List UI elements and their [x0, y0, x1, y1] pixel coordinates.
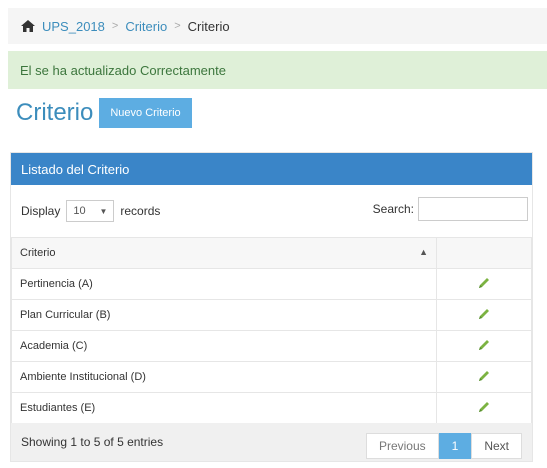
breadcrumb-separator: >	[174, 20, 181, 32]
edit-action-cell	[436, 361, 532, 393]
breadcrumb-current: Criterio	[187, 18, 230, 34]
edit-action-cell	[436, 268, 532, 300]
column-header-label: Criterio	[20, 247, 56, 259]
pencil-icon[interactable]	[477, 338, 491, 352]
home-icon[interactable]	[20, 19, 36, 33]
display-label: Display	[21, 204, 61, 218]
breadcrumb-criterio-link[interactable]: Criterio	[125, 19, 167, 34]
criterio-cell: Estudiantes (E)	[11, 392, 437, 424]
table-row: Estudiantes (E)	[11, 392, 532, 424]
pencil-icon[interactable]	[477, 307, 491, 321]
panel-title: Listado del Criterio	[11, 153, 532, 185]
page-size-value: 10	[73, 205, 86, 217]
criterio-cell: Academia (C)	[11, 330, 437, 362]
table-controls: Display 10 ▼ records Search:	[11, 185, 532, 237]
sort-icon[interactable]: ▲	[419, 247, 428, 257]
table-row: Plan Curricular (B)	[11, 299, 532, 331]
pencil-icon[interactable]	[477, 369, 491, 383]
page-title: Criterio	[16, 99, 94, 126]
edit-action-cell	[436, 392, 532, 424]
breadcrumb-home-link[interactable]: UPS_2018	[42, 19, 105, 34]
criterio-cell: Pertinencia (A)	[11, 268, 437, 300]
breadcrumb: UPS_2018 > Criterio > Criterio	[8, 8, 547, 44]
success-alert: El se ha actualizado Correctamente	[8, 51, 547, 89]
search-input[interactable]	[418, 197, 528, 221]
criterio-cell: Ambiente Institucional (D)	[11, 361, 437, 393]
chevron-down-icon: ▼	[99, 206, 108, 216]
edit-action-cell	[436, 330, 532, 362]
title-row: Criterio Nuevo Criterio	[16, 97, 192, 129]
table-row: Pertinencia (A)	[11, 268, 532, 300]
page-size-control: Display 10 ▼ records	[21, 200, 160, 222]
page-size-select[interactable]: 10 ▼	[66, 200, 115, 222]
pagination: Previous 1 Next	[365, 433, 522, 459]
records-label: records	[120, 204, 161, 218]
edit-action-cell	[436, 299, 532, 331]
criterio-table: Criterio ▲ Pertinencia (A) Plan Curricul…	[11, 237, 532, 424]
new-criterio-button[interactable]: Nuevo Criterio	[99, 98, 192, 128]
table-row: Ambiente Institucional (D)	[11, 361, 532, 393]
table-footer: Showing 1 to 5 of 5 entries Previous 1 N…	[11, 423, 532, 461]
column-header-actions	[436, 237, 532, 269]
criterio-cell: Plan Curricular (B)	[11, 299, 437, 331]
next-page-button[interactable]: Next	[471, 433, 522, 459]
search-label: Search:	[372, 202, 414, 216]
table-row: Academia (C)	[11, 330, 532, 362]
breadcrumb-separator: >	[111, 20, 119, 32]
pencil-icon[interactable]	[477, 400, 491, 414]
column-header-criterio[interactable]: Criterio ▲	[11, 237, 437, 269]
page-1-button[interactable]: 1	[438, 433, 472, 459]
pencil-icon[interactable]	[477, 276, 491, 290]
search-control: Search:	[373, 197, 528, 221]
previous-page-button[interactable]: Previous	[365, 433, 439, 459]
entries-info: Showing 1 to 5 of 5 entries	[21, 435, 164, 449]
criterio-panel: Listado del Criterio Display 10 ▼ record…	[10, 152, 533, 462]
table-header-row: Criterio ▲	[11, 237, 532, 269]
